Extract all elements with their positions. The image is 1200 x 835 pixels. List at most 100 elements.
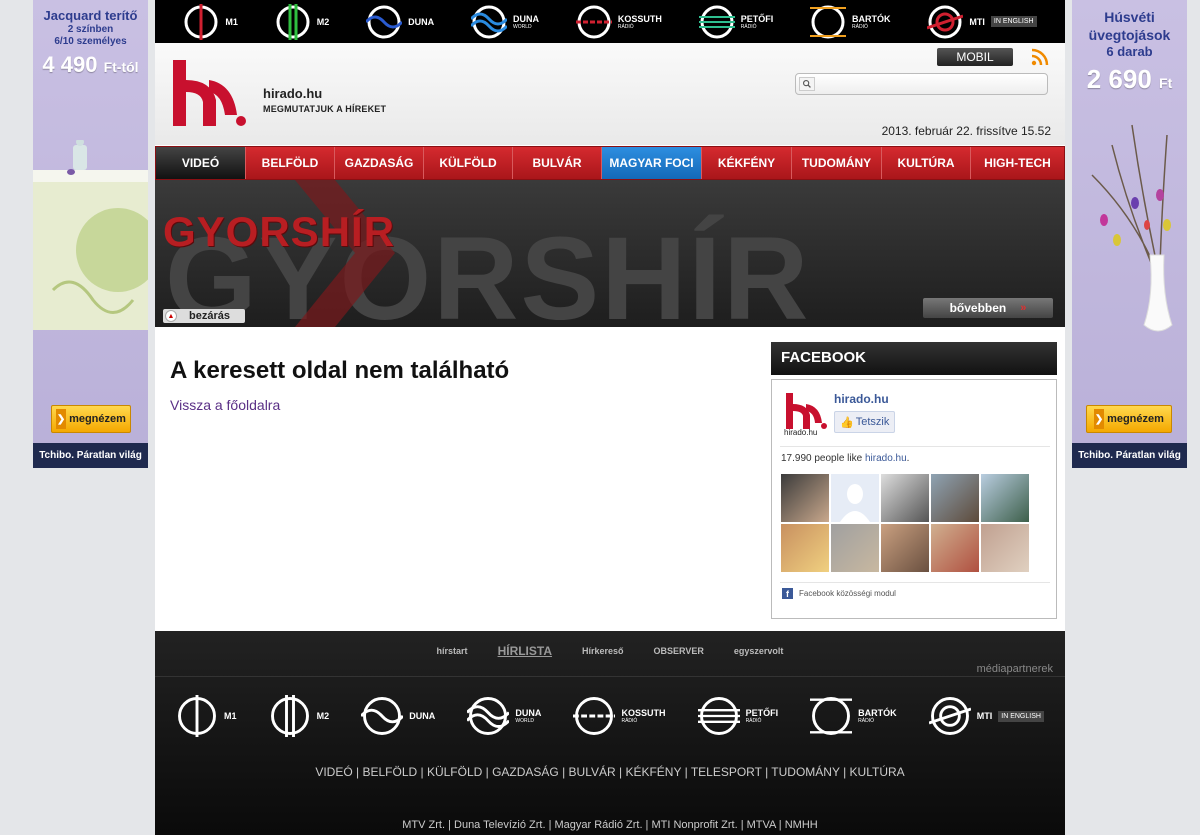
channel-label: BARTÓK RÁDIÓ (858, 708, 897, 724)
partner-hirkereso[interactable]: Hírkereső (582, 641, 624, 661)
channel-bar: M1 M2 DUNA DUNA WORLD KOSSUTH RÁDIÓ PETŐFI… (155, 0, 1065, 43)
channel-duna-world[interactable]: DUNA WORLD (470, 4, 539, 40)
fan-avatar[interactable] (781, 524, 829, 572)
m2-logo-icon (270, 695, 309, 737)
search-input[interactable] (818, 75, 1044, 93)
left-advertisement[interactable]: Jacquard terítő 2 színben 6/10 személyes… (33, 0, 148, 468)
fan-avatar[interactable] (831, 474, 879, 522)
fan-avatar[interactable] (781, 474, 829, 522)
mti-logo-icon (927, 5, 964, 38)
channel-bartok[interactable]: BARTÓK RÁDIÓ (810, 695, 897, 737)
channel-m1[interactable]: M1 (176, 695, 237, 737)
nav-item-belfold[interactable]: BELFÖLD (246, 147, 335, 179)
duna-logo-icon (366, 5, 403, 38)
channel-mti[interactable]: MTI IN ENGLISH (927, 4, 1037, 40)
close-banner-button[interactable]: ▲ bezárás (163, 309, 245, 323)
nav-item-magyar-foci[interactable]: MAGYAR FOCI (602, 147, 702, 179)
channel-label: M2 (316, 711, 330, 721)
footer-companies[interactable]: MTV Zrt. | Duna Televízió Zrt. | Magyar … (155, 819, 1065, 831)
fan-avatar[interactable] (881, 524, 929, 572)
breaking-news-banner: GYORSHÍR GYORSHÍR ▲ bezárás bővebben » (155, 180, 1065, 327)
divider (155, 676, 1065, 677)
nav-item-kulfold[interactable]: KÜLFÖLD (424, 147, 513, 179)
fb-like-button[interactable]: 👍 Tetszik (834, 411, 896, 433)
hirado-logo-icon[interactable] (171, 60, 247, 126)
banner-title: GYORSHÍR (163, 208, 396, 255)
channel-label: DUNA (408, 16, 435, 27)
search-box (795, 73, 1048, 95)
media-partners: hírstart HÍRLISTA Hírkereső OBSERVER egy… (155, 641, 1065, 661)
site-slogan: MEGMUTATJUK A HÍREKET (263, 104, 387, 114)
site-header: hirado.hu MEGMUTATJUK A HÍREKET MOBIL 20… (155, 43, 1065, 145)
mobile-version-button[interactable]: MOBIL (937, 48, 1013, 66)
fb-like-count: 17.990 people like hirado.hu. (781, 453, 910, 464)
channel-kossuth[interactable]: KOSSUTH RÁDIÓ (573, 695, 665, 737)
channel-label: DUNA WORLD (515, 708, 542, 724)
media-partners-label: médiapartnerek (976, 663, 1053, 675)
partner-observer[interactable]: OBSERVER (654, 641, 704, 661)
fan-avatar[interactable] (831, 524, 879, 572)
fan-avatar[interactable] (981, 524, 1029, 572)
ad-view-button[interactable]: ❯ megnézem (1086, 405, 1172, 433)
channel-petofi[interactable]: PETŐFI RÁDIÓ (697, 695, 778, 737)
duna-world-logo-icon (470, 5, 507, 38)
nav-item-high-tech[interactable]: HIGH-TECH (971, 147, 1064, 179)
fb-module-label[interactable]: Facebook közösségi modul (799, 589, 896, 598)
fb-page-link[interactable]: hirado.hu (865, 453, 907, 464)
ad-price: 4 490 Ft-tól (42, 52, 139, 77)
partner-egyszervolt[interactable]: egyszervolt (734, 641, 784, 661)
page-title: A keresett oldal nem található (170, 357, 510, 384)
channel-petofi[interactable]: PETŐFI RÁDIÓ (698, 4, 773, 40)
like-label: Tetszik (855, 416, 890, 428)
default-avatar-icon (840, 484, 870, 522)
fb-page-name[interactable]: hirado.hu (834, 392, 889, 406)
nav-item-kekfeny[interactable]: KÉKFÉNY (702, 147, 792, 179)
fan-avatar[interactable] (981, 474, 1029, 522)
channel-label: KOSSUTH RÁDIÓ (621, 708, 666, 724)
fan-avatar[interactable] (881, 474, 929, 522)
nav-item-video[interactable]: VIDEÓ (156, 147, 246, 179)
ad-view-button[interactable]: ❯ megnézem (51, 405, 131, 433)
footer-nav[interactable]: VIDEÓ | BELFÖLD | KÜLFÖLD | GAZDASÁG | B… (155, 765, 1065, 779)
channel-label: DUNA WORLD (512, 13, 539, 30)
partner-hirstart[interactable]: hírstart (437, 641, 468, 661)
close-label: bezárás (189, 310, 230, 322)
channel-duna[interactable]: DUNA (361, 695, 435, 737)
facebook-icon: f (782, 588, 793, 599)
rss-icon[interactable] (1031, 48, 1049, 66)
nav-item-bulvar[interactable]: BULVÁR (513, 147, 602, 179)
channel-m1[interactable]: M1 (183, 3, 238, 40)
in-english-link[interactable]: IN ENGLISH (990, 16, 1037, 27)
channel-label: M2 (316, 16, 330, 27)
in-english-link[interactable]: IN ENGLISH (998, 710, 1044, 722)
main-column: M1 M2 DUNA DUNA WORLD KOSSUTH RÁDIÓ PETŐFI… (155, 0, 1065, 835)
search-icon[interactable] (799, 77, 815, 91)
facebook-like-box: hirado.hu hirado.hu 👍 Tetszik 17.990 peo… (771, 379, 1057, 619)
nav-item-kultura[interactable]: KULTÚRA (882, 147, 971, 179)
right-advertisement[interactable]: Húsvéti üvegtojások 6 darab 2 690 Ft ❯ me… (1072, 0, 1187, 468)
back-to-home-link[interactable]: Vissza a főoldalra (170, 397, 280, 413)
nav-item-gazdasag[interactable]: GAZDASÁG (335, 147, 424, 179)
m1-logo-icon (184, 3, 218, 40)
main-nav: VIDEÓ BELFÖLD GAZDASÁG KÜLFÖLD BULVÁR MA… (155, 146, 1065, 180)
site-name[interactable]: hirado.hu (263, 86, 322, 101)
petofi-logo-icon (697, 697, 740, 735)
partner-hirlista[interactable]: HÍRLISTA (498, 641, 552, 661)
ad-title: Jacquard terítő (43, 8, 138, 23)
ad-footer: Tchibo. Páratlan világ (1072, 443, 1187, 468)
more-button[interactable]: bővebben » (923, 298, 1053, 318)
channel-m2[interactable]: M2 (275, 3, 330, 40)
channel-label: BARTÓK RÁDIÓ (852, 13, 891, 30)
fan-avatar[interactable] (931, 474, 979, 522)
channel-label: DUNA (409, 711, 436, 721)
nav-item-tudomany[interactable]: TUDOMÁNY (792, 147, 882, 179)
channel-m2[interactable]: M2 (269, 695, 330, 737)
channel-duna[interactable]: DUNA (366, 4, 434, 40)
date-updated: 2013. február 22. frissítve 15.52 (881, 124, 1051, 138)
thumbs-up-icon: 👍 (840, 416, 854, 429)
fan-avatar[interactable] (931, 524, 979, 572)
channel-kossuth[interactable]: KOSSUTH RÁDIÓ (575, 4, 662, 40)
channel-mti[interactable]: MTI IN ENGLISH (928, 695, 1044, 737)
channel-bartok[interactable]: BARTÓK RÁDIÓ (810, 4, 891, 40)
channel-duna-world[interactable]: DUNA WORLD (467, 695, 541, 737)
